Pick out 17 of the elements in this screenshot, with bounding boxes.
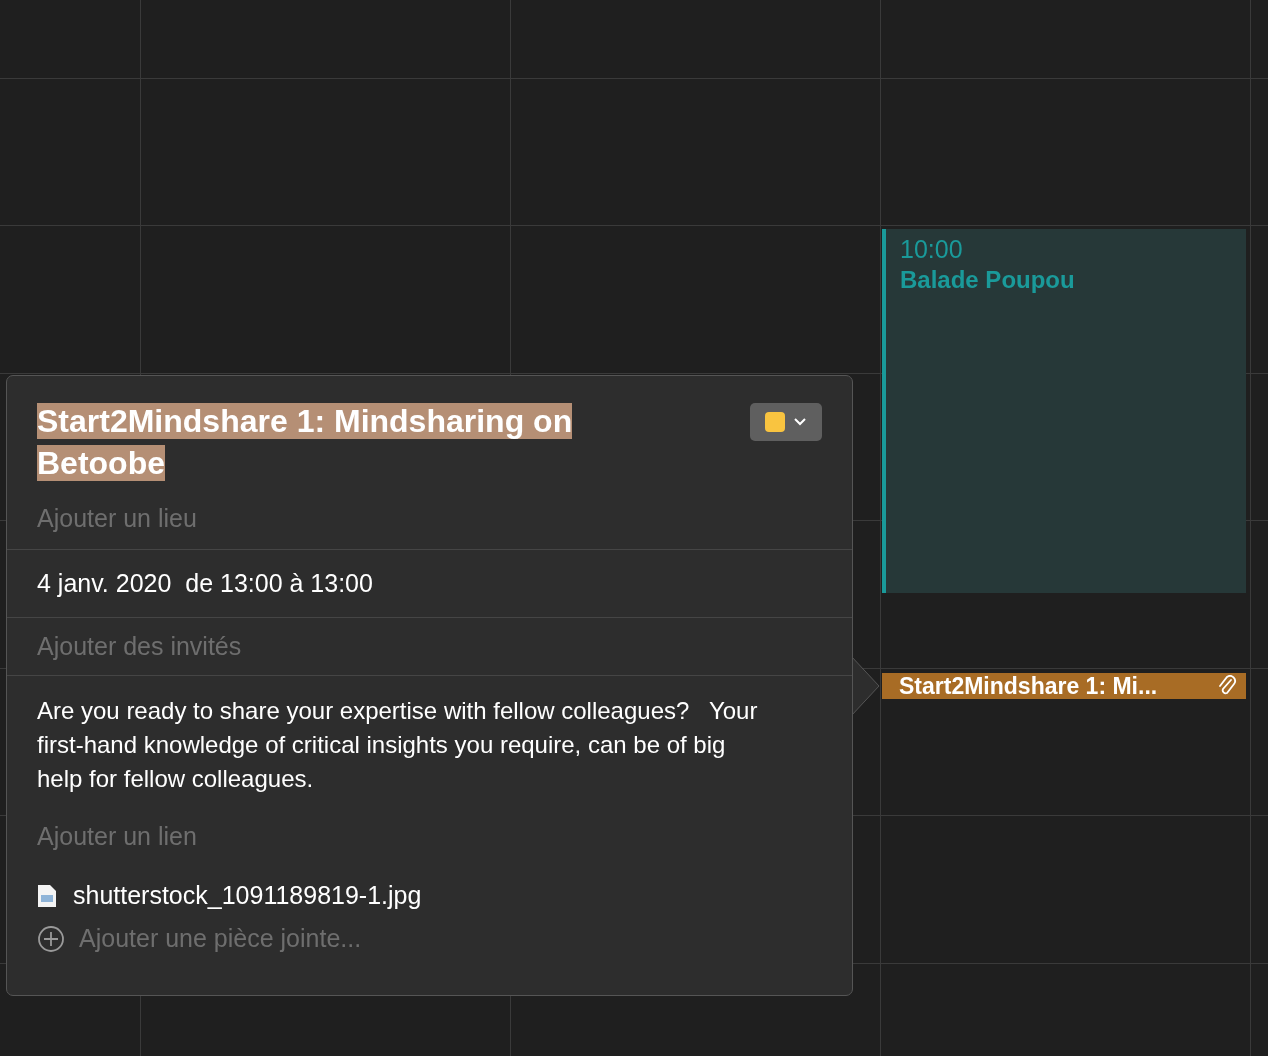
invitees-field[interactable]: Ajouter des invités — [37, 632, 242, 661]
calendar-color-button[interactable] — [750, 403, 822, 441]
url-field[interactable]: Ajouter un lien — [37, 822, 197, 851]
image-file-icon — [37, 883, 57, 908]
attachment-name[interactable]: shutterstock_1091189819-1.jpg — [73, 881, 422, 910]
add-attachment-link[interactable]: Ajouter une pièce jointe... — [79, 924, 362, 953]
event-date-time[interactable]: 4 janv. 2020 de 13:00 à 13:00 — [37, 569, 373, 598]
event-time: 10:00 — [900, 235, 963, 264]
chevron-down-icon — [793, 417, 807, 427]
location-field[interactable]: Ajouter un lieu — [37, 504, 197, 533]
event-title: Balade Poupou — [900, 266, 1075, 294]
add-circle-icon[interactable] — [37, 924, 65, 953]
event-title: Start2Mindshare 1: Mi... — [899, 672, 1158, 700]
calendar-event[interactable]: Start2Mindshare 1: Mi... — [882, 673, 1246, 699]
calendar-color-swatch-icon — [765, 412, 785, 432]
calendar-event[interactable]: 10:00 Balade Poupou — [882, 229, 1246, 593]
event-notes[interactable]: Are you ready to share your expertise with fellow colleagues? Your first-hand knowledge of critical insights you require, can be of big help for fellow colleagues. — [37, 694, 777, 796]
